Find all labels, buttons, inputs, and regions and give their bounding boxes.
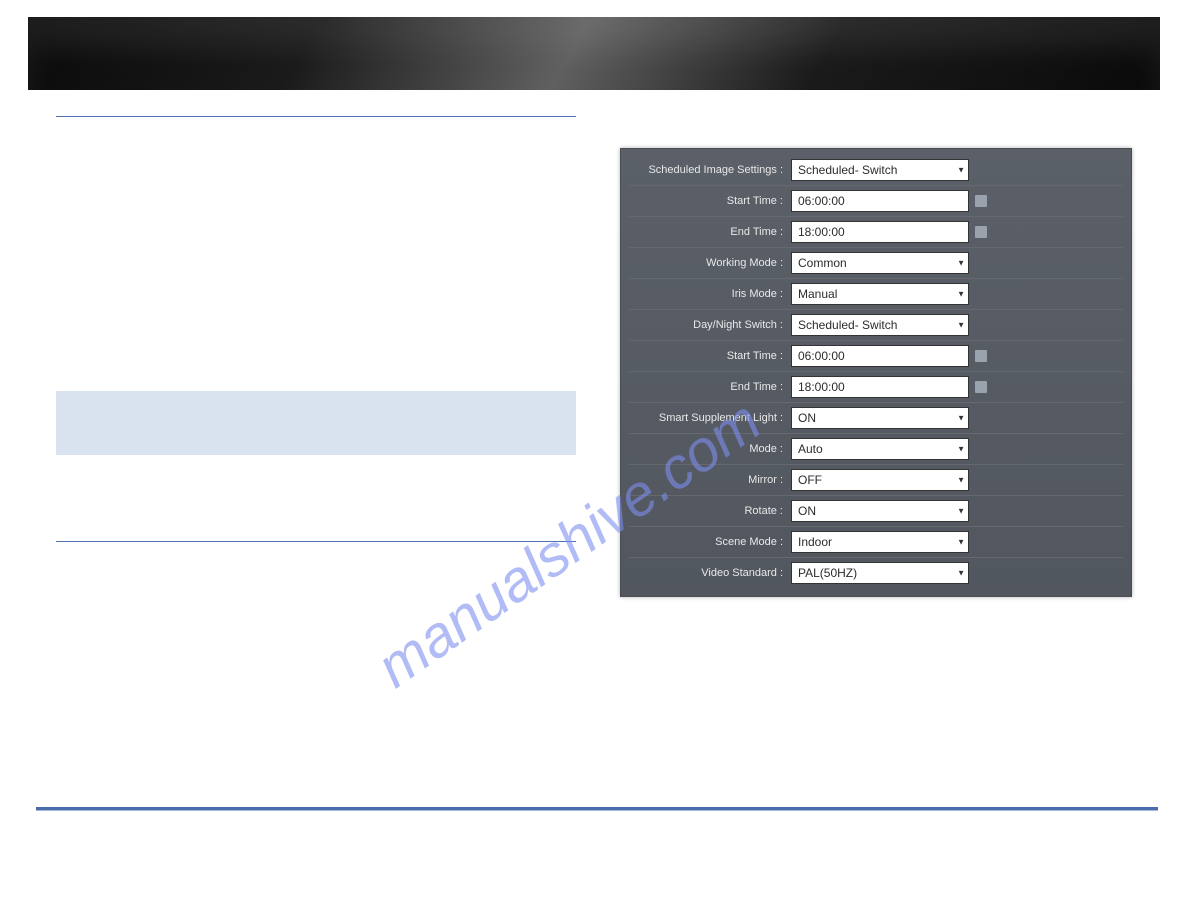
settings-row-day-night-switch: Day/Night Switch :▼ (629, 310, 1123, 341)
settings-field-wrap (791, 221, 969, 243)
settings-row-mirror: Mirror :▼ (629, 465, 1123, 496)
settings-field-wrap: ▼ (791, 562, 969, 584)
settings-label: End Time : (629, 381, 791, 393)
settings-label: Working Mode : (629, 257, 791, 269)
time-field-end-time[interactable] (791, 221, 969, 243)
settings-row-end-time: End Time : (629, 217, 1123, 248)
left-column (56, 110, 576, 597)
image-settings-panel: Scheduled Image Settings :▼Start Time :E… (620, 148, 1132, 597)
settings-label: Mirror : (629, 474, 791, 486)
settings-field-wrap: ▼ (791, 438, 969, 460)
settings-row-start-time: Start Time : (629, 186, 1123, 217)
time-field-start-time[interactable] (791, 345, 969, 367)
settings-label: Rotate : (629, 505, 791, 517)
select-mode[interactable] (791, 438, 969, 460)
top-banner (28, 17, 1160, 90)
settings-label: End Time : (629, 226, 791, 238)
settings-field-wrap: ▼ (791, 252, 969, 274)
settings-field-wrap: ▼ (791, 469, 969, 491)
settings-row-iris-mode: Iris Mode :▼ (629, 279, 1123, 310)
settings-row-working-mode: Working Mode :▼ (629, 248, 1123, 279)
settings-row-end-time: End Time : (629, 372, 1123, 403)
content-area: manualshive.com Scheduled Image Settings… (0, 90, 1188, 597)
settings-field-wrap (791, 190, 969, 212)
select-day-night-switch[interactable] (791, 314, 969, 336)
select-rotate[interactable] (791, 500, 969, 522)
settings-row-rotate: Rotate :▼ (629, 496, 1123, 527)
settings-field-wrap: ▼ (791, 159, 969, 181)
divider-top (56, 116, 576, 117)
calendar-icon[interactable] (975, 195, 987, 207)
settings-row-mode: Mode :▼ (629, 434, 1123, 465)
settings-row-start-time: Start Time : (629, 341, 1123, 372)
settings-label: Start Time : (629, 350, 791, 362)
settings-field-wrap (791, 376, 969, 398)
calendar-icon[interactable] (975, 381, 987, 393)
settings-field-wrap: ▼ (791, 407, 969, 429)
settings-label: Video Standard : (629, 567, 791, 579)
settings-label: Scheduled Image Settings : (629, 164, 791, 176)
settings-row-scheduled-image-settings: Scheduled Image Settings :▼ (629, 155, 1123, 186)
select-scene-mode[interactable] (791, 531, 969, 553)
select-scheduled-image-settings[interactable] (791, 159, 969, 181)
spacer (56, 455, 576, 541)
footer-rule (36, 807, 1158, 811)
select-mirror[interactable] (791, 469, 969, 491)
select-working-mode[interactable] (791, 252, 969, 274)
calendar-icon[interactable] (975, 350, 987, 362)
settings-row-smart-supplement-light: Smart Supplement Light :▼ (629, 403, 1123, 434)
settings-row-video-standard: Video Standard :▼ (629, 558, 1123, 588)
settings-label: Day/Night Switch : (629, 319, 791, 331)
settings-field-wrap: ▼ (791, 531, 969, 553)
select-smart-supplement-light[interactable] (791, 407, 969, 429)
time-field-end-time[interactable] (791, 376, 969, 398)
calendar-icon[interactable] (975, 226, 987, 238)
settings-label: Scene Mode : (629, 536, 791, 548)
settings-label: Mode : (629, 443, 791, 455)
right-column: Scheduled Image Settings :▼Start Time :E… (576, 110, 1158, 597)
settings-label: Start Time : (629, 195, 791, 207)
select-video-standard[interactable] (791, 562, 969, 584)
settings-label: Iris Mode : (629, 288, 791, 300)
settings-field-wrap (791, 345, 969, 367)
settings-field-wrap: ▼ (791, 283, 969, 305)
settings-field-wrap: ▼ (791, 500, 969, 522)
divider-mid (56, 541, 576, 542)
note-block (56, 391, 576, 455)
settings-field-wrap: ▼ (791, 314, 969, 336)
time-field-start-time[interactable] (791, 190, 969, 212)
settings-row-scene-mode: Scene Mode :▼ (629, 527, 1123, 558)
select-iris-mode[interactable] (791, 283, 969, 305)
settings-label: Smart Supplement Light : (629, 412, 791, 424)
